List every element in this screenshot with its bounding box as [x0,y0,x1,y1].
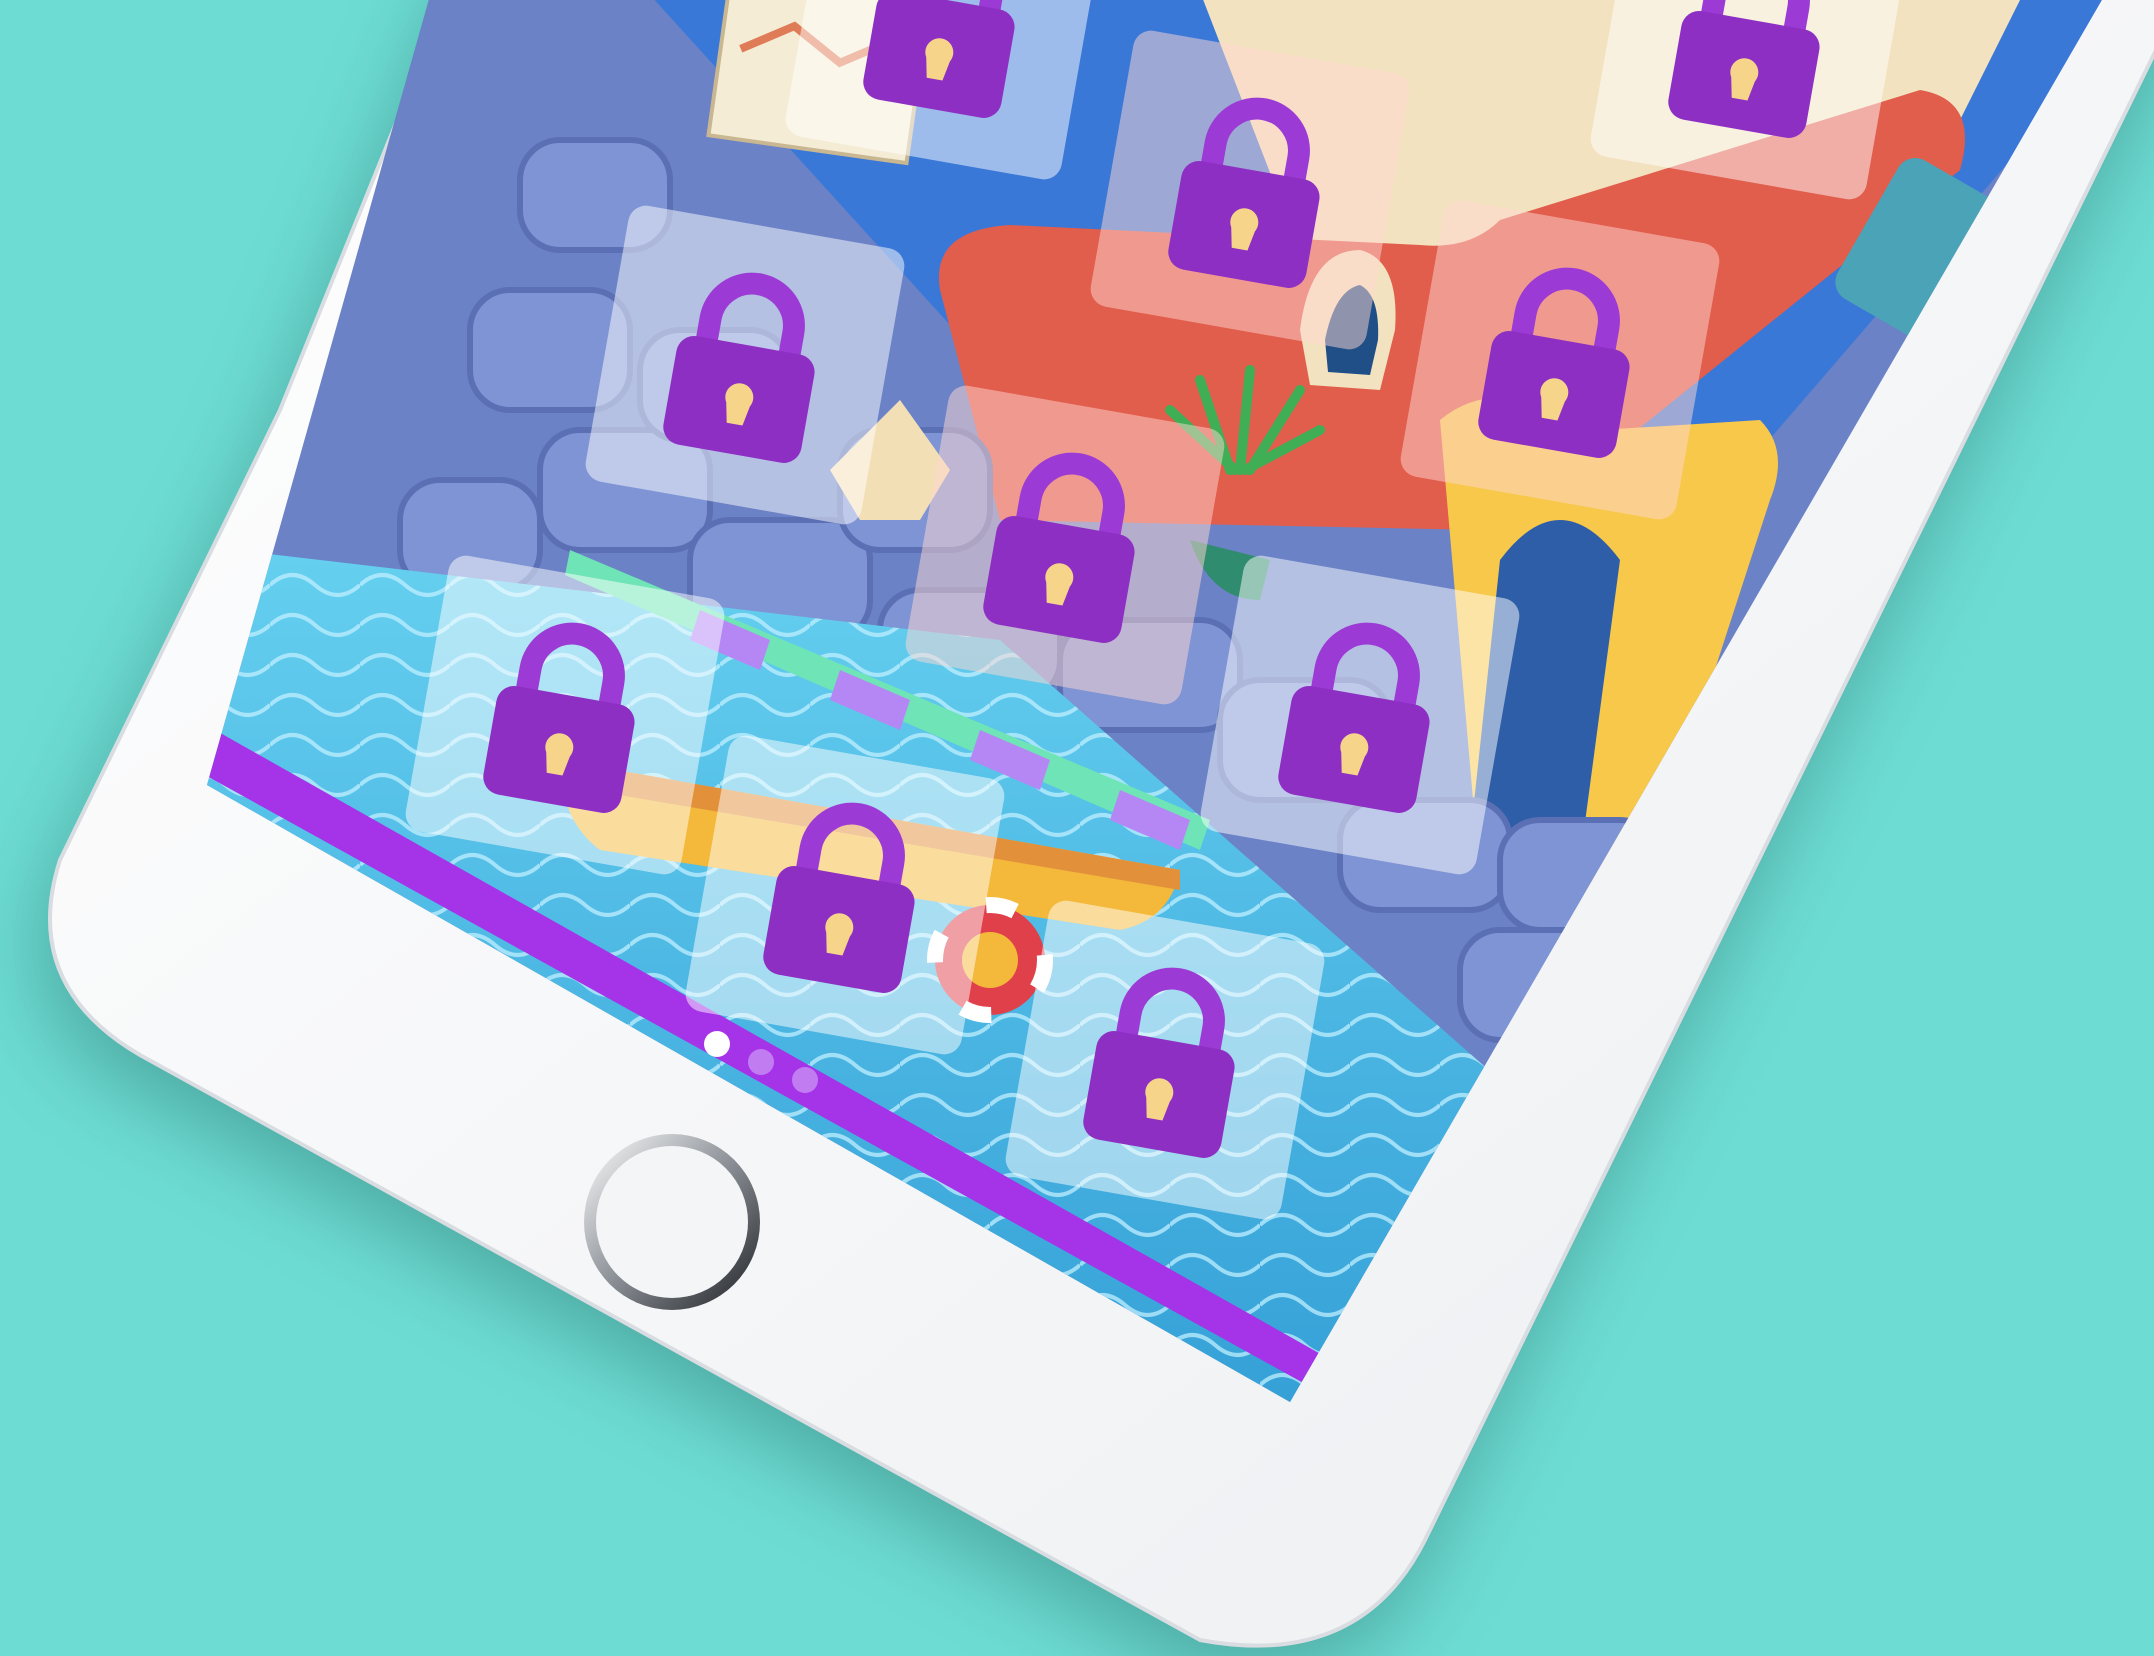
level-tile-6[interactable] [903,383,1227,707]
level-tile-3[interactable] [1088,28,1412,352]
level-tile-4[interactable] [1398,198,1722,522]
level-tile-10[interactable] [1003,898,1327,1222]
page-dot-active[interactable] [704,1031,730,1057]
game-screen [207,0,2125,1402]
home-button[interactable] [584,1134,760,1310]
level-tile-9[interactable] [683,733,1007,1057]
device-mockup-scene [48,0,2154,1648]
level-tile-7[interactable] [403,553,727,877]
level-tile-8[interactable] [1198,553,1522,877]
page-dot[interactable] [792,1067,818,1093]
page-dot[interactable] [748,1049,774,1075]
level-tile-5[interactable] [583,203,907,527]
